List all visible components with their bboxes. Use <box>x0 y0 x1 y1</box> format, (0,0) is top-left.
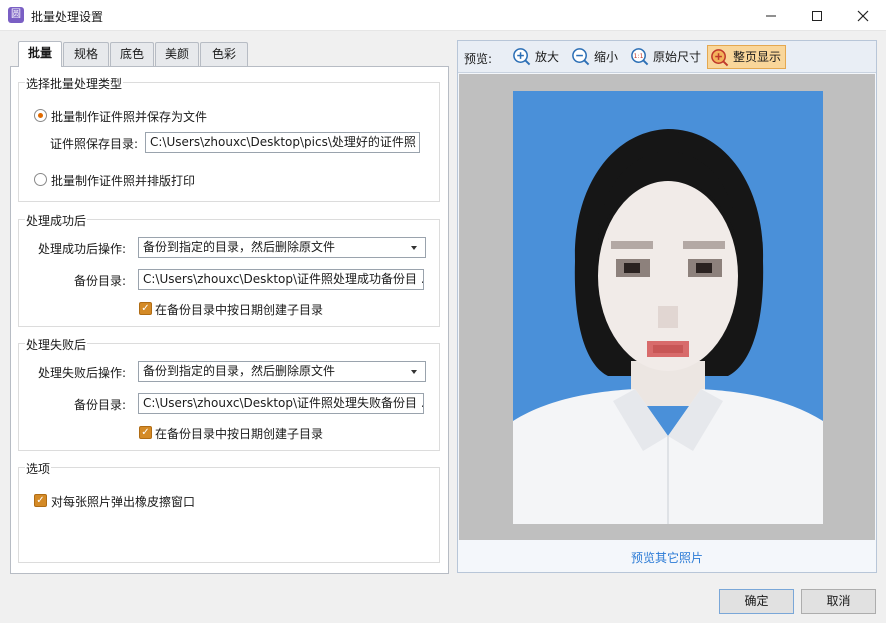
radio-print-layout[interactable] <box>34 173 47 186</box>
chevron-down-icon <box>411 246 417 250</box>
maximize-button[interactable] <box>794 0 840 31</box>
failure-backup-field[interactable]: C:\Users\zhouxc\Desktop\证件照处理失败备份目 ... <box>138 393 424 414</box>
title-bar: 圆 批量处理设置 <box>0 0 886 31</box>
options-group <box>18 467 440 563</box>
save-dir-label: 证件照保存目录: <box>50 137 139 151</box>
on-failure-title: 处理失败后 <box>25 336 88 353</box>
tab-beauty[interactable]: 美颜 <box>155 42 199 66</box>
tab-color[interactable]: 色彩 <box>200 42 248 66</box>
close-icon <box>857 10 869 22</box>
options-title: 选项 <box>25 460 52 477</box>
preview-toolbar: 预览: 放大 缩小 1:1 原始尺寸 整页显示 <box>458 41 876 73</box>
preview-area <box>459 74 875 540</box>
radio-print-layout-label[interactable]: 批量制作证件照并排版打印 <box>51 172 195 189</box>
id-photo-preview <box>513 91 823 524</box>
zoom-out-label: 缩小 <box>594 50 619 64</box>
radio-save-to-file-label[interactable]: 批量制作证件照并保存为文件 <box>51 108 207 125</box>
preview-more-photos-link[interactable]: 预览其它照片 <box>458 549 876 566</box>
fit-page-icon <box>711 49 729 67</box>
success-action-select[interactable]: 备份到指定的目录，然后删除原文件 <box>138 237 426 258</box>
on-success-title: 处理成功后 <box>25 212 88 229</box>
failure-date-subdir-checkbox[interactable]: ✓ <box>139 426 152 439</box>
cancel-button[interactable]: 取消 <box>801 589 876 614</box>
failure-backup-label: 备份目录: <box>74 398 127 412</box>
failure-action-value: 备份到指定的目录，然后删除原文件 <box>143 364 336 378</box>
portrait-image <box>513 91 823 524</box>
zoom-out-button[interactable]: 缩小 <box>569 45 622 69</box>
failure-action-select[interactable]: 备份到指定的目录，然后删除原文件 <box>138 361 426 382</box>
zoom-in-icon <box>513 48 531 66</box>
maximize-icon <box>812 11 822 21</box>
fit-page-button[interactable]: 整页显示 <box>707 45 787 69</box>
radio-save-to-file[interactable] <box>34 109 47 122</box>
original-size-icon: 1:1 <box>631 48 649 66</box>
preview-panel: 预览: 放大 缩小 1:1 原始尺寸 整页显示 预览其它照片 <box>457 40 877 573</box>
failure-action-label: 处理失败后操作: <box>38 366 127 380</box>
zoom-in-button[interactable]: 放大 <box>510 45 563 69</box>
success-action-label: 处理成功后操作: <box>38 242 127 256</box>
zoom-in-label: 放大 <box>535 50 560 64</box>
original-size-label: 原始尺寸 <box>653 50 702 64</box>
failure-date-subdir-label[interactable]: 在备份目录中按日期创建子目录 <box>155 425 323 442</box>
tab-batch[interactable]: 批量 <box>18 41 62 67</box>
zoom-out-icon <box>572 48 590 66</box>
minimize-icon <box>766 15 776 17</box>
success-date-subdir-label[interactable]: 在备份目录中按日期创建子目录 <box>155 301 323 318</box>
close-button[interactable] <box>840 0 886 31</box>
tab-spec[interactable]: 规格 <box>63 42 109 66</box>
eraser-popup-checkbox[interactable]: ✓ <box>34 494 47 507</box>
fit-page-label: 整页显示 <box>733 50 782 64</box>
svg-text:1:1: 1:1 <box>634 53 644 60</box>
preview-label: 预览: <box>464 52 493 66</box>
app-icon: 圆 <box>8 7 24 23</box>
window-title: 批量处理设置 <box>31 10 104 24</box>
chevron-down-icon <box>411 370 417 374</box>
ok-button[interactable]: 确定 <box>719 589 794 614</box>
success-date-subdir-checkbox[interactable]: ✓ <box>139 302 152 315</box>
success-action-value: 备份到指定的目录，然后删除原文件 <box>143 240 336 254</box>
tab-background[interactable]: 底色 <box>110 42 154 66</box>
success-backup-field[interactable]: C:\Users\zhouxc\Desktop\证件照处理成功备份目 ... <box>138 269 424 290</box>
original-size-button[interactable]: 1:1 原始尺寸 <box>628 45 705 69</box>
success-backup-label: 备份目录: <box>74 274 127 288</box>
minimize-button[interactable] <box>748 0 794 31</box>
batch-type-title: 选择批量处理类型 <box>25 75 124 92</box>
eraser-popup-label[interactable]: 对每张照片弹出橡皮擦窗口 <box>51 493 195 510</box>
save-dir-field[interactable]: C:\Users\zhouxc\Desktop\pics\处理好的证件照 ... <box>145 132 420 153</box>
